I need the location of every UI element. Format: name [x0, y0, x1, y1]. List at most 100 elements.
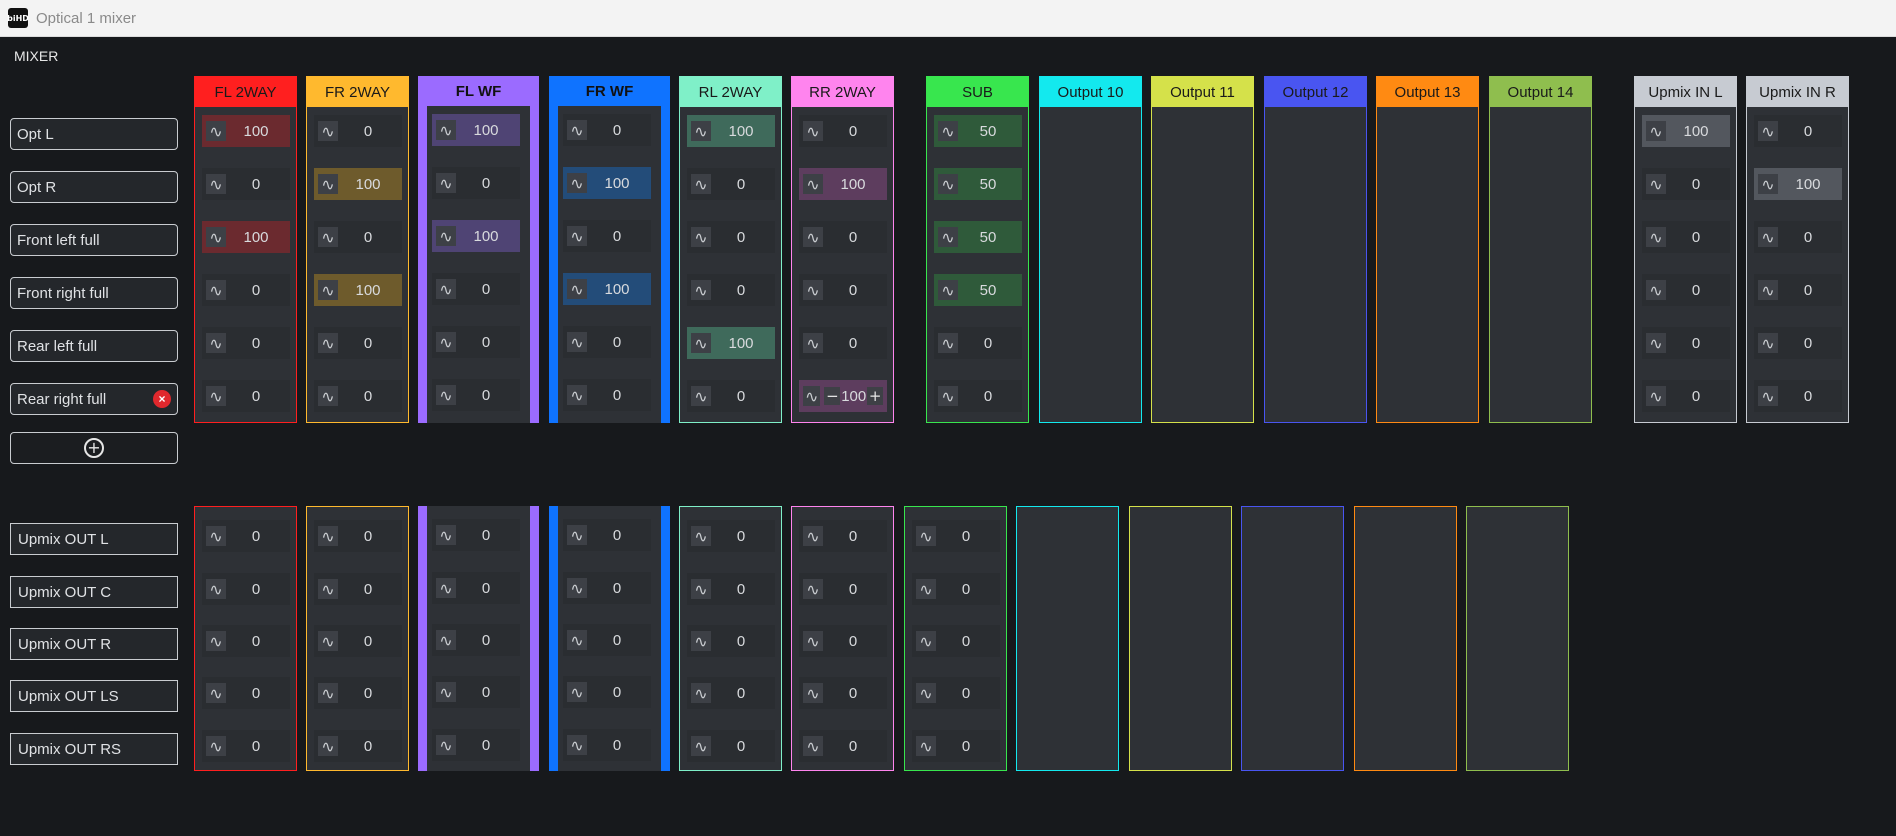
gain-cell[interactable]: ∿ 0 — [202, 380, 290, 412]
gain-cell[interactable]: ∿ 0 — [1642, 274, 1730, 306]
gain-cell[interactable]: ∿ 0 — [934, 380, 1022, 412]
output-column-output-13[interactable]: Output 13 — [1376, 76, 1479, 423]
gain-cell[interactable]: ∿ 0 — [314, 677, 402, 709]
wave-icon[interactable]: ∿ — [1646, 333, 1666, 353]
gain-cell[interactable]: ∿ 0 — [1642, 380, 1730, 412]
output-column-fl-2way[interactable]: FL 2WAY ∿ 100 ∿ 0 ∿ 100 ∿ 0 ∿ 0 ∿ 0 — [194, 76, 297, 423]
wave-icon[interactable]: ∿ — [691, 280, 711, 300]
gain-cell[interactable]: ∿ 100 — [432, 114, 520, 146]
gain-cell[interactable]: ∿ 0 — [799, 677, 887, 709]
gain-cell[interactable]: ∿ 0 — [799, 730, 887, 762]
input-row-label[interactable]: Opt R — [10, 171, 178, 203]
wave-icon[interactable]: ∿ — [436, 226, 456, 246]
gain-cell[interactable]: ∿ 100 — [202, 221, 290, 253]
gain-cell[interactable]: ∿ 0 — [1642, 327, 1730, 359]
column-header[interactable]: RR 2WAY — [792, 77, 893, 107]
wave-icon[interactable]: ∿ — [691, 333, 711, 353]
wave-icon[interactable]: ∿ — [803, 579, 823, 599]
gain-value[interactable]: 0 — [958, 335, 1022, 352]
wave-icon[interactable]: ∿ — [318, 736, 338, 756]
wave-icon[interactable]: ∿ — [206, 121, 226, 141]
gain-value[interactable]: 0 — [456, 334, 520, 351]
wave-icon[interactable]: ∿ — [803, 227, 823, 247]
gain-cell[interactable]: ∿ 0 — [563, 379, 651, 411]
wave-icon[interactable]: ∿ — [691, 227, 711, 247]
gain-cell[interactable]: ∿ 0 — [432, 729, 520, 761]
gain-value[interactable]: 100 — [841, 388, 866, 405]
gain-cell[interactable]: ∿ 0 — [912, 573, 1000, 605]
wave-icon[interactable]: ∿ — [318, 526, 338, 546]
wave-icon[interactable]: ∿ — [206, 280, 226, 300]
gain-cell[interactable]: ∿ 100 — [563, 273, 651, 305]
wave-icon[interactable]: ∿ — [206, 174, 226, 194]
gain-cell[interactable]: ∿ 100 — [687, 327, 775, 359]
gain-cell[interactable]: ∿ 0 — [563, 729, 651, 761]
output-column-fr-wf[interactable]: FR WF ∿ 0 ∿ 100 ∿ 0 ∿ 100 ∿ 0 ∿ 0 — [549, 76, 670, 423]
gain-value[interactable]: 0 — [587, 527, 651, 544]
output-column-fl-wf[interactable]: FL WF ∿ 100 ∿ 0 ∿ 100 ∿ 0 ∿ 0 ∿ 0 — [418, 76, 539, 423]
gain-value[interactable]: 0 — [711, 282, 775, 299]
gain-value[interactable]: 50 — [958, 229, 1022, 246]
wave-icon[interactable]: ∿ — [567, 226, 587, 246]
wave-icon[interactable]: ∿ — [567, 385, 587, 405]
gain-cell[interactable]: ∿ 0 — [432, 379, 520, 411]
gain-cell[interactable]: ∿ 0 — [687, 380, 775, 412]
wave-icon[interactable]: ∿ — [206, 386, 226, 406]
gain-value[interactable]: 0 — [338, 123, 402, 140]
gain-cell[interactable]: ∿ 0 — [912, 677, 1000, 709]
plus-icon[interactable]: + — [867, 387, 883, 405]
gain-cell[interactable]: ∿ 0 — [563, 676, 651, 708]
gain-cell[interactable]: ∿ 0 — [912, 520, 1000, 552]
column-header[interactable]: Output 10 — [1040, 77, 1141, 107]
gain-cell[interactable]: ∿ 0 — [799, 327, 887, 359]
column-header[interactable]: FL WF — [418, 76, 539, 106]
gain-value[interactable]: 100 — [226, 123, 290, 140]
gain-value[interactable]: 0 — [823, 123, 887, 140]
wave-icon[interactable]: ∿ — [691, 736, 711, 756]
gain-cell[interactable]: ∿ 0 — [687, 274, 775, 306]
output-column-output-11[interactable]: Output 11 — [1151, 76, 1254, 423]
wave-icon[interactable]: ∿ — [436, 173, 456, 193]
gain-cell[interactable]: ∿ 0 — [432, 326, 520, 358]
gain-value[interactable]: 0 — [338, 229, 402, 246]
gain-cell[interactable]: ∿ 100 — [432, 220, 520, 252]
wave-icon[interactable]: ∿ — [436, 525, 456, 545]
gain-value[interactable]: 0 — [587, 387, 651, 404]
input-row-label[interactable]: Front left full — [10, 224, 178, 256]
output-row-label[interactable]: Upmix OUT RS — [10, 733, 178, 765]
gain-cell[interactable]: ∿ 0 — [687, 677, 775, 709]
gain-cell[interactable]: ∿ 100 — [314, 274, 402, 306]
output-row-label[interactable]: Upmix OUT C — [10, 576, 178, 608]
wave-icon[interactable]: ∿ — [318, 280, 338, 300]
gain-cell[interactable]: ∿ 0 — [799, 115, 887, 147]
gain-cell[interactable]: ∿ 0 — [1642, 168, 1730, 200]
gain-value[interactable]: 0 — [1778, 123, 1842, 140]
gain-cell[interactable]: ∿ 0 — [563, 220, 651, 252]
gain-cell[interactable]: ∿ 0 — [1754, 327, 1842, 359]
gain-value[interactable]: 0 — [1778, 229, 1842, 246]
wave-icon[interactable]: ∿ — [938, 227, 958, 247]
wave-icon[interactable]: ∿ — [567, 332, 587, 352]
wave-icon[interactable]: ∿ — [803, 333, 823, 353]
gain-value[interactable]: 0 — [587, 228, 651, 245]
gain-cell[interactable]: ∿ 0 — [912, 730, 1000, 762]
column-header[interactable]: FR 2WAY — [307, 77, 408, 107]
wave-icon[interactable]: ∿ — [803, 631, 823, 651]
gain-cell[interactable]: ∿ 0 — [1754, 380, 1842, 412]
gain-value[interactable]: 0 — [1778, 388, 1842, 405]
gain-value[interactable]: 0 — [226, 738, 290, 755]
output-column-upmix-in-l[interactable]: Upmix IN L ∿ 100 ∿ 0 ∿ 0 ∿ 0 ∿ 0 ∿ 0 — [1634, 76, 1737, 423]
gain-value[interactable]: 0 — [936, 685, 1000, 702]
wave-icon[interactable]: ∿ — [1758, 333, 1778, 353]
wave-icon[interactable]: ∿ — [318, 174, 338, 194]
gain-value[interactable]: 0 — [226, 176, 290, 193]
wave-icon[interactable]: ∿ — [206, 736, 226, 756]
gain-cell[interactable]: ∿ 0 — [202, 274, 290, 306]
gain-cell[interactable]: ∿ 100 — [1642, 115, 1730, 147]
wave-icon[interactable]: ∿ — [938, 386, 958, 406]
wave-icon[interactable]: ∿ — [938, 333, 958, 353]
wave-icon[interactable]: ∿ — [803, 526, 823, 546]
gain-value[interactable]: 0 — [1666, 335, 1730, 352]
gain-cell[interactable]: ∿ 0 — [934, 327, 1022, 359]
gain-cell[interactable]: ∿ 0 — [202, 168, 290, 200]
